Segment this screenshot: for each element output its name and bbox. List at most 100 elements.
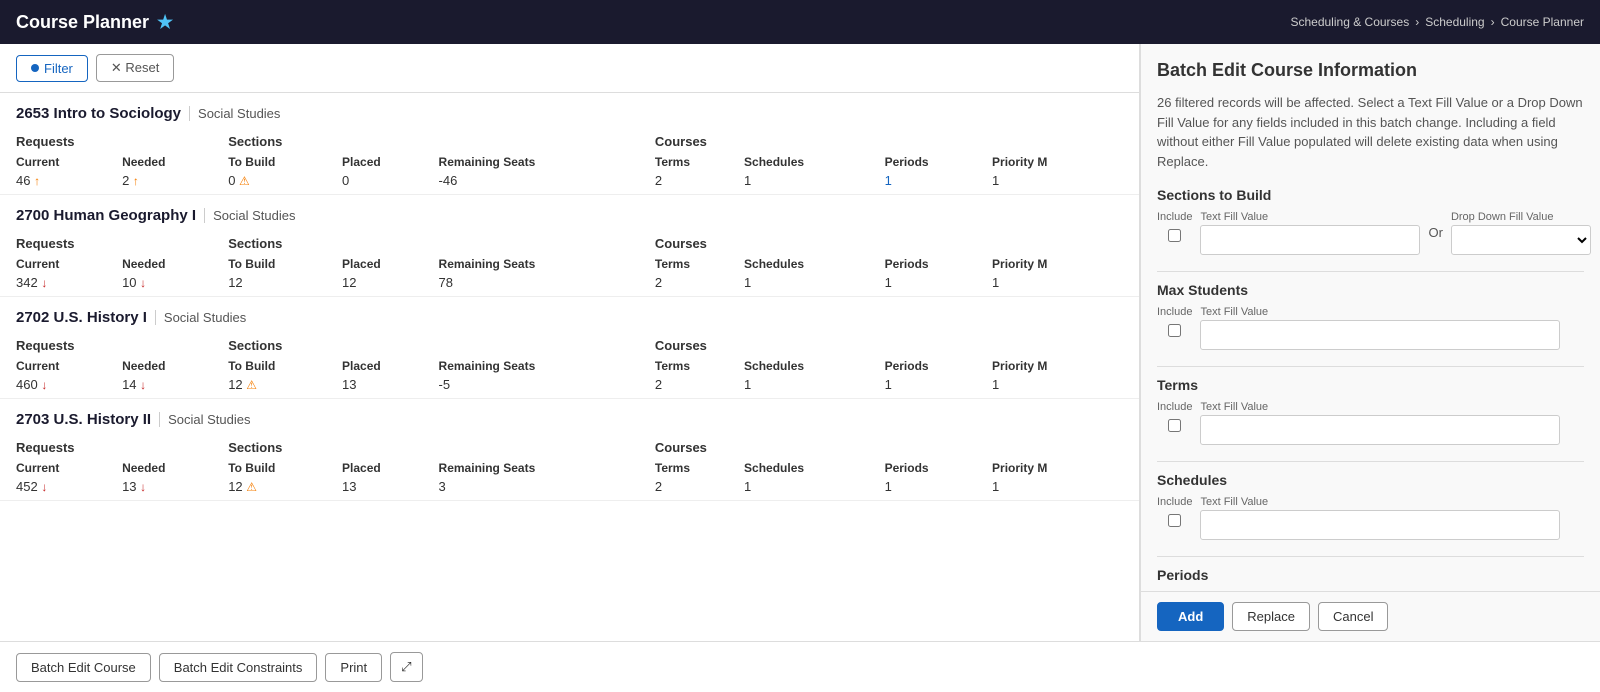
- requests-header: Requests: [16, 132, 228, 153]
- val-placed-2702: 13: [342, 377, 439, 392]
- course-stats-2702: Requests Sections Courses Current Needed…: [16, 336, 1123, 392]
- text-fill-col-sched: Text Fill Value: [1200, 496, 1560, 540]
- text-fill-input-terms[interactable]: [1200, 415, 1560, 445]
- add-button[interactable]: Add: [1157, 602, 1224, 631]
- breadcrumb-scheduling-courses[interactable]: Scheduling & Courses: [1290, 15, 1409, 29]
- needed-up-icon-2653: ↑: [133, 174, 139, 188]
- val-placed-2700: 12: [342, 275, 439, 290]
- right-panel-buttons: Add Replace Cancel: [1141, 591, 1600, 641]
- form-section-title-max-students: Max Students: [1157, 282, 1584, 298]
- col-current: Current: [16, 153, 122, 173]
- col-placed-2700: Placed: [342, 255, 439, 275]
- include-checkbox-terms[interactable]: [1157, 419, 1192, 432]
- col-current-2702: Current: [16, 357, 122, 377]
- col-remaining-2703: Remaining Seats: [439, 459, 655, 479]
- courses-header: Courses: [655, 132, 1123, 153]
- col-placed-2703: Placed: [342, 459, 439, 479]
- breadcrumb: Scheduling & Courses › Scheduling › Cour…: [1290, 15, 1584, 29]
- val-current-2653: 46 ↑: [16, 173, 122, 188]
- val-terms-2703: 2: [655, 479, 744, 494]
- col-needed-2700: Needed: [122, 255, 228, 275]
- course-category-2700: Social Studies: [204, 208, 295, 223]
- course-category-2653: Social Studies: [189, 106, 280, 121]
- include-checkbox-sched[interactable]: [1157, 514, 1192, 527]
- cancel-button[interactable]: Cancel: [1318, 602, 1388, 631]
- right-panel: Batch Edit Course Information 26 filtere…: [1140, 44, 1600, 641]
- or-text-stb: Or: [1428, 225, 1442, 240]
- col-to-build: To Build: [228, 153, 342, 173]
- course-stats-2700: Requests Sections Courses Current Needed…: [16, 234, 1123, 290]
- batch-edit-constraints-button[interactable]: Batch Edit Constraints: [159, 653, 318, 682]
- val-needed-2703: 13 ↓: [122, 479, 228, 494]
- col-needed-2703: Needed: [122, 459, 228, 479]
- col-current-2703: Current: [16, 459, 122, 479]
- course-title-2703: 2703 U.S. History II Social Studies: [16, 411, 1123, 428]
- include-checkbox-ms[interactable]: [1157, 324, 1192, 337]
- col-remaining-seats: Remaining Seats: [439, 153, 655, 173]
- text-fill-input-stb[interactable]: [1200, 225, 1420, 255]
- include-checkbox-stb[interactable]: [1157, 229, 1192, 242]
- panel-description: 26 filtered records will be affected. Se…: [1157, 93, 1584, 171]
- filter-button[interactable]: Filter: [16, 55, 88, 82]
- form-section-title-periods: Periods: [1157, 567, 1584, 583]
- col-schedules: Schedules: [744, 153, 885, 173]
- col-periods: Periods: [885, 153, 992, 173]
- val-tobuild-2702: 12 ⚠: [228, 377, 342, 392]
- col-periods-2703: Periods: [885, 459, 992, 479]
- text-fill-label-sched: Text Fill Value: [1200, 496, 1560, 508]
- course-id-name-2703: 2703 U.S. History II: [16, 411, 151, 428]
- filter-toolbar: Filter ✕ Reset: [0, 44, 1139, 93]
- print-button[interactable]: Print: [325, 653, 382, 682]
- course-stats-2653: Requests Sections Courses Current Needed…: [16, 132, 1123, 188]
- text-fill-input-ms[interactable]: [1200, 320, 1560, 350]
- col-to-build-2702: To Build: [228, 357, 342, 377]
- batch-edit-course-button[interactable]: Batch Edit Course: [16, 653, 151, 682]
- courses-header-2702: Courses: [655, 336, 1123, 357]
- val-needed-2702: 14 ↓: [122, 377, 228, 392]
- col-priority-2703: Priority M: [992, 459, 1123, 479]
- col-placed-2702: Placed: [342, 357, 439, 377]
- expand-button[interactable]: ⤢: [390, 652, 422, 682]
- val-tobuild-2700: 12: [228, 275, 342, 290]
- include-col-stb: Include: [1157, 211, 1192, 242]
- form-section-title-schedules: Schedules: [1157, 472, 1584, 488]
- current-down-icon-2700: ↓: [41, 276, 47, 290]
- text-fill-label-terms: Text Fill Value: [1200, 401, 1560, 413]
- breadcrumb-course-planner[interactable]: Course Planner: [1501, 15, 1584, 29]
- periods-link-2653[interactable]: 1: [885, 173, 892, 188]
- course-section-2700: 2700 Human Geography I Social Studies Re…: [0, 195, 1139, 297]
- val-current-2703: 452 ↓: [16, 479, 122, 494]
- val-remaining-2700: 78: [439, 275, 655, 290]
- title-text: Course Planner: [16, 12, 149, 33]
- text-fill-input-sched[interactable]: [1200, 510, 1560, 540]
- col-terms: Terms: [655, 153, 744, 173]
- val-periods-2703: 1: [885, 479, 992, 494]
- needed-down-icon-2703: ↓: [140, 480, 146, 494]
- include-col-sched: Include: [1157, 496, 1192, 527]
- replace-button[interactable]: Replace: [1232, 602, 1310, 631]
- filter-dot-icon: [31, 64, 39, 72]
- col-to-build-2700: To Build: [228, 255, 342, 275]
- dropdown-fill-select-stb[interactable]: [1451, 225, 1591, 255]
- sections-header-2702: Sections: [228, 336, 655, 357]
- col-current-2700: Current: [16, 255, 122, 275]
- form-row-terms: Include Text Fill Value: [1157, 401, 1584, 445]
- form-section-schedules: Schedules Include Text Fill Value: [1157, 472, 1584, 540]
- col-terms-2703: Terms: [655, 459, 744, 479]
- form-section-periods: Periods: [1157, 567, 1584, 583]
- form-row-max-students: Include Text Fill Value: [1157, 306, 1584, 350]
- val-periods-2700: 1: [885, 275, 992, 290]
- breadcrumb-scheduling[interactable]: Scheduling: [1425, 15, 1484, 29]
- form-row-sections-to-build: Include Text Fill Value Or Drop Down Fil…: [1157, 211, 1584, 255]
- col-remaining-2702: Remaining Seats: [439, 357, 655, 377]
- val-priority-2653: 1: [992, 173, 1123, 188]
- text-fill-label-stb: Text Fill Value: [1200, 211, 1420, 223]
- col-terms-2700: Terms: [655, 255, 744, 275]
- warn-icon-2702: ⚠: [246, 378, 257, 392]
- current-down-icon-2703: ↓: [41, 480, 47, 494]
- reset-button[interactable]: ✕ Reset: [96, 54, 174, 82]
- needed-down-icon-2700: ↓: [140, 276, 146, 290]
- filter-label: Filter: [44, 61, 73, 76]
- favorite-star-icon[interactable]: ★: [157, 12, 173, 33]
- breadcrumb-sep2: ›: [1491, 15, 1495, 29]
